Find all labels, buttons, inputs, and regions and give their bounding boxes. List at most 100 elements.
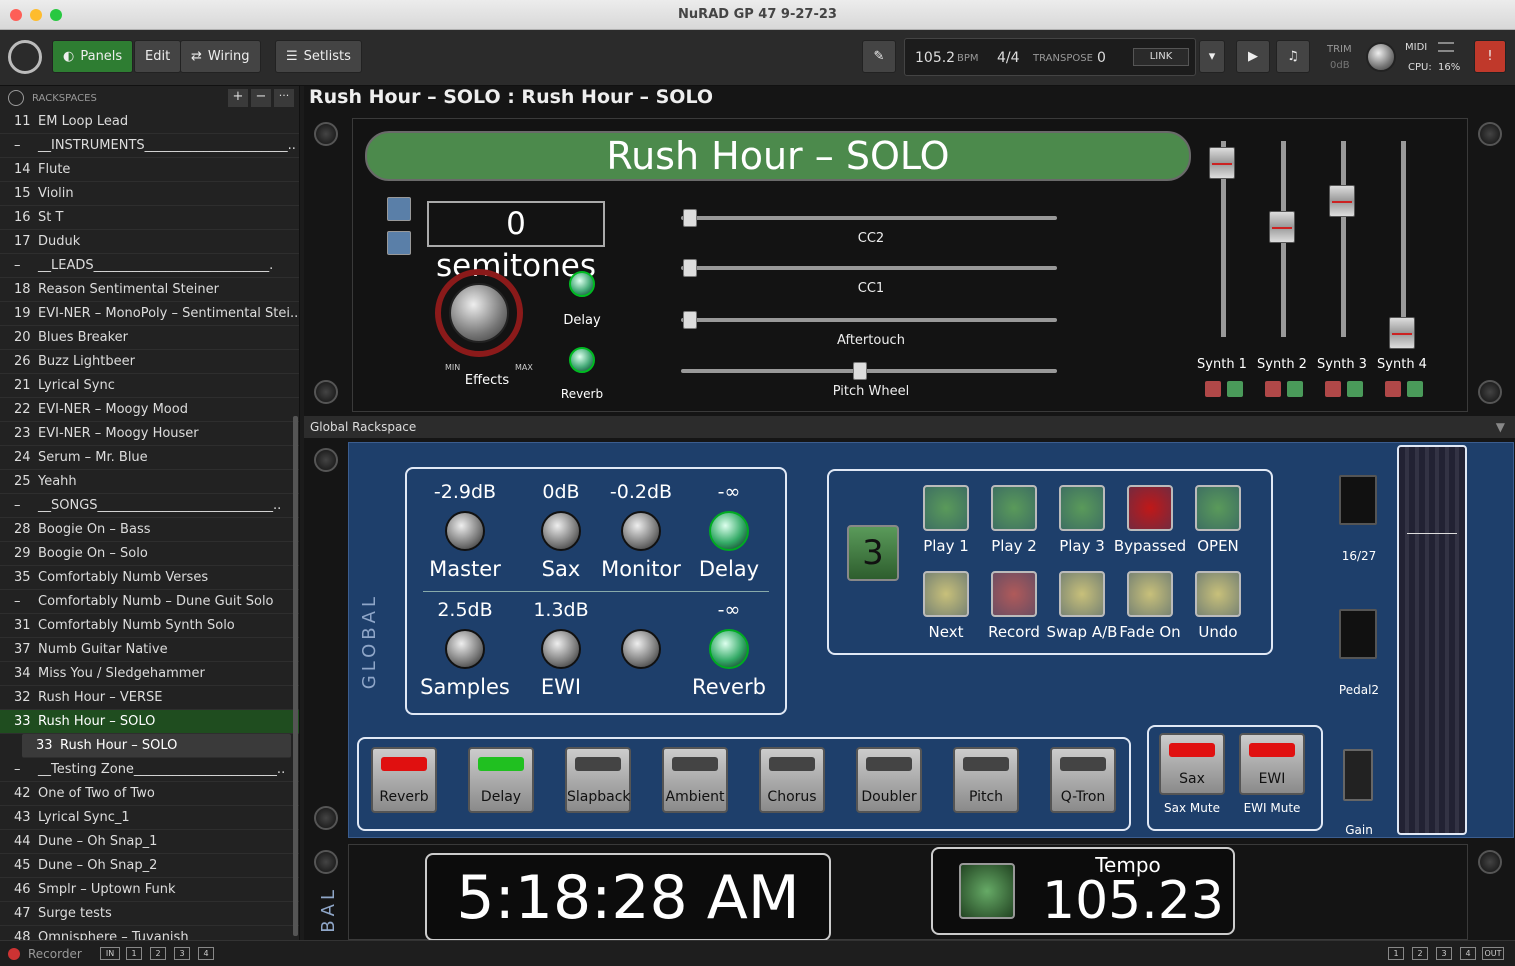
rackspace-item[interactable]: 28 Boogie On – Bass: [0, 518, 299, 542]
rackspace-item[interactable]: 11 EM Loop Lead: [0, 110, 299, 134]
fx-toggle-button[interactable]: Slapback: [565, 747, 631, 813]
synth-solo-button[interactable]: [1407, 381, 1423, 397]
rackspace-item[interactable]: 14 Flute: [0, 158, 299, 182]
rackspace-item[interactable]: 44 Dune – Oh Snap_1: [0, 830, 299, 854]
cc2-slider-thumb[interactable]: [683, 209, 697, 227]
rackspace-item[interactable]: 47 Surge tests: [0, 902, 299, 926]
pad-button[interactable]: [923, 571, 969, 617]
synth-fader-track[interactable]: [1341, 141, 1346, 337]
edit-button[interactable]: Edit: [134, 40, 182, 73]
alert-button[interactable]: !: [1474, 40, 1506, 73]
rackspace-item[interactable]: 32 Rush Hour – VERSE: [0, 686, 299, 710]
pedal2-switch[interactable]: [1339, 609, 1377, 659]
rackspace-item[interactable]: 29 Boogie On – Solo: [0, 542, 299, 566]
rackspace-item[interactable]: 22 EVI-NER – Moogy Mood: [0, 398, 299, 422]
more-options-button[interactable]: ···: [274, 89, 294, 107]
rackspace-item[interactable]: – __Testing Zone______________________..: [0, 758, 299, 782]
synth-mute-button[interactable]: [1205, 381, 1221, 397]
rackspace-item[interactable]: 16 St T: [0, 206, 299, 230]
fx-toggle-button[interactable]: Q-Tron: [1050, 747, 1116, 813]
cc1-slider-track[interactable]: [681, 266, 1057, 270]
pad-button[interactable]: [1059, 571, 1105, 617]
add-rackspace-button[interactable]: +: [228, 89, 248, 107]
mixer-knob[interactable]: [709, 629, 749, 669]
fx-toggle-button[interactable]: Doubler: [856, 747, 922, 813]
synth-fader-cap[interactable]: [1329, 185, 1355, 217]
mixer-knob[interactable]: [445, 629, 485, 669]
synth-mute-button[interactable]: [1325, 381, 1341, 397]
rackspace-item[interactable]: 19 EVI-NER – MonoPoly – Sentimental Stei.…: [0, 302, 299, 326]
pad-button[interactable]: [1195, 571, 1241, 617]
wiring-button[interactable]: ⇄ Wiring: [180, 40, 261, 73]
link-button[interactable]: LINK: [1133, 48, 1189, 66]
pitch-wheel-slider-thumb[interactable]: [853, 362, 867, 380]
synth-fader-track[interactable]: [1401, 141, 1406, 337]
mixer-knob[interactable]: [621, 629, 661, 669]
pad-button[interactable]: [1059, 485, 1105, 531]
rackspace-item[interactable]: 37 Numb Guitar Native: [0, 638, 299, 662]
fx-toggle-button[interactable]: Delay: [468, 747, 534, 813]
aftertouch-slider-track[interactable]: [681, 318, 1057, 322]
rackspace-item[interactable]: 46 Smplr – Uptown Funk: [0, 878, 299, 902]
pad-button[interactable]: [1195, 485, 1241, 531]
gain-control[interactable]: [1343, 749, 1373, 801]
trim-knob[interactable]: [1366, 42, 1396, 72]
mixer-knob[interactable]: [541, 511, 581, 551]
rackspace-item[interactable]: 48 Omnisphere – Tuvanish: [0, 926, 299, 940]
rackspace-item[interactable]: 18 Reason Sentimental Steiner: [0, 278, 299, 302]
setlists-button[interactable]: ☰ Setlists: [275, 40, 362, 73]
fx-toggle-button[interactable]: Pitch: [953, 747, 1019, 813]
mixer-knob[interactable]: [541, 629, 581, 669]
pad-button[interactable]: [923, 485, 969, 531]
tools-button[interactable]: ✎: [862, 40, 896, 73]
rackspace-item[interactable]: – __LEADS___________________________.: [0, 254, 299, 278]
remove-rackspace-button[interactable]: −: [251, 89, 271, 107]
pitch-wheel-slider-track[interactable]: [681, 369, 1057, 373]
pad-button[interactable]: [1127, 571, 1173, 617]
rackspace-item[interactable]: 25 Yeahh: [0, 470, 299, 494]
rackspace-item[interactable]: 17 Duduk: [0, 230, 299, 254]
rackspace-item[interactable]: 24 Serum – Mr. Blue: [0, 446, 299, 470]
delay-knob[interactable]: [569, 271, 595, 297]
global-rackspace-bar[interactable]: Global Rackspace ▼: [304, 416, 1515, 438]
transpose-down-button[interactable]: [387, 231, 411, 255]
rackspace-item[interactable]: 42 One of Two of Two: [0, 782, 299, 806]
fx-toggle-button[interactable]: Reverb: [371, 747, 437, 813]
mixer-knob[interactable]: [709, 511, 749, 551]
mixer-knob[interactable]: [445, 511, 485, 551]
rackspace-item[interactable]: 35 Comfortably Numb Verses: [0, 566, 299, 590]
rackspace-item[interactable]: – Comfortably Numb – Dune Guit Solo: [0, 590, 299, 614]
rackspace-item[interactable]: 33 Rush Hour – SOLO: [22, 734, 291, 758]
mixer-knob[interactable]: [621, 511, 661, 551]
synth-fader-cap[interactable]: [1269, 211, 1295, 243]
cc1-slider-thumb[interactable]: [683, 259, 697, 277]
rackspace-item[interactable]: 43 Lyrical Sync_1: [0, 806, 299, 830]
rackspace-item[interactable]: 26 Buzz Lightbeer: [0, 350, 299, 374]
synth-mute-button[interactable]: [1265, 381, 1281, 397]
rackspace-item[interactable]: – __INSTRUMENTS______________________..: [0, 134, 299, 158]
mute-button[interactable]: Sax: [1159, 733, 1225, 795]
rackspace-item[interactable]: 45 Dune – Oh Snap_2: [0, 854, 299, 878]
synth-fader-cap[interactable]: [1389, 317, 1415, 349]
footswitch-1627[interactable]: [1339, 475, 1377, 525]
pad-button[interactable]: [991, 485, 1037, 531]
effects-knob[interactable]: [449, 283, 509, 343]
mute-button[interactable]: EWI: [1239, 733, 1305, 795]
play-button[interactable]: ▶: [1236, 40, 1270, 73]
metronome-button[interactable]: ♫: [1276, 40, 1310, 73]
pad-button[interactable]: [991, 571, 1037, 617]
rackspace-item[interactable]: 20 Blues Breaker: [0, 326, 299, 350]
rackspace-item[interactable]: 23 EVI-NER – Moogy Houser: [0, 422, 299, 446]
transpose-up-button[interactable]: [387, 197, 411, 221]
tap-tempo-button[interactable]: [959, 863, 1015, 919]
fx-toggle-button[interactable]: Chorus: [759, 747, 825, 813]
panels-button[interactable]: ◐ Panels: [52, 40, 134, 73]
sidebar-scrollbar[interactable]: [293, 416, 298, 936]
rackspace-item[interactable]: 15 Violin: [0, 182, 299, 206]
reverb-knob[interactable]: [569, 347, 595, 373]
record-icon[interactable]: [8, 948, 20, 960]
aftertouch-slider-thumb[interactable]: [683, 311, 697, 329]
cc2-slider-track[interactable]: [681, 216, 1057, 220]
synth-solo-button[interactable]: [1287, 381, 1303, 397]
rackspace-item[interactable]: 31 Comfortably Numb Synth Solo: [0, 614, 299, 638]
